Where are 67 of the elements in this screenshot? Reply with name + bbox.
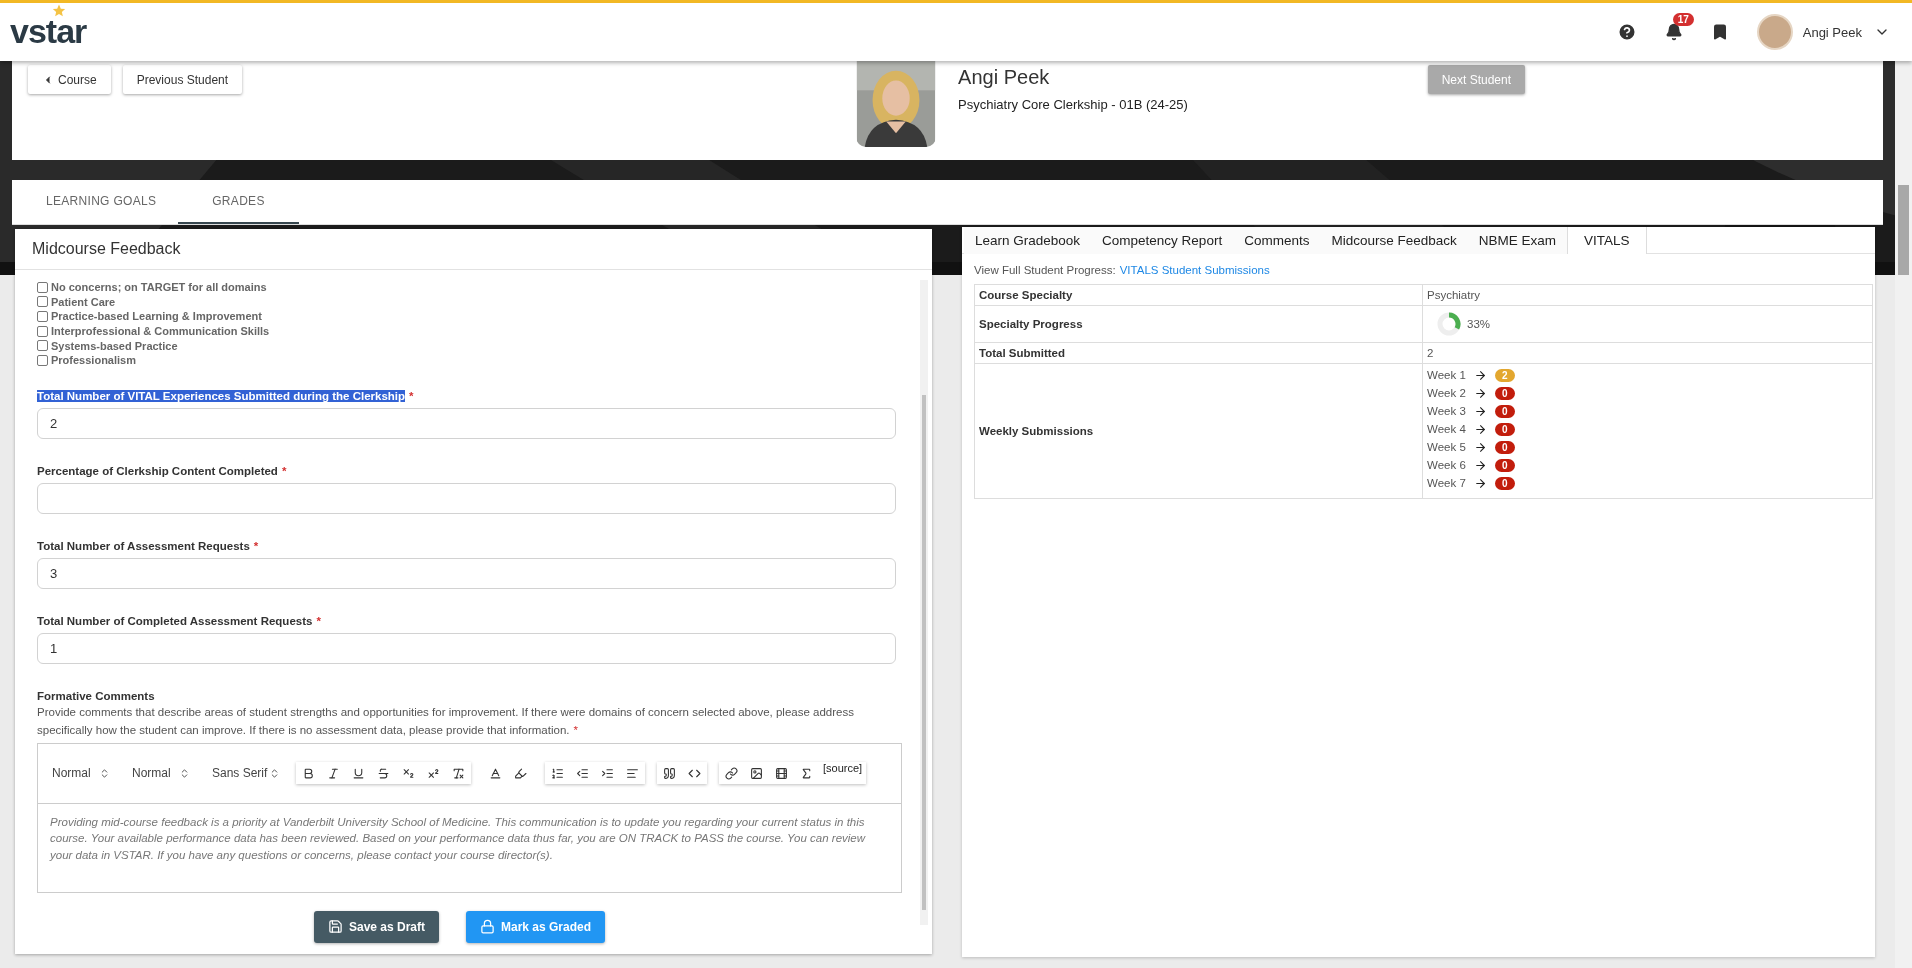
- checkbox[interactable]: [37, 281, 48, 293]
- checkbox[interactable]: [37, 296, 48, 308]
- save-draft-button[interactable]: Save as Draft: [313, 910, 439, 943]
- dropdown-arrows-icon: [179, 767, 190, 779]
- week-label: Week 4: [1427, 423, 1466, 435]
- arrow-right-icon: [1473, 476, 1487, 490]
- week-label: Week 3: [1427, 405, 1466, 417]
- week-label: Week 2: [1427, 387, 1466, 399]
- input-field[interactable]: [37, 482, 896, 514]
- checkbox-label: No concerns; on TARGET for all domains: [51, 281, 267, 294]
- count-badge: 2: [1494, 368, 1515, 382]
- field-label: Total Number of Completed Assessment Requests: [37, 614, 313, 627]
- page-scrollbar[interactable]: [1895, 61, 1912, 968]
- lock-icon: [480, 919, 495, 935]
- week-label: Week 7: [1427, 477, 1466, 489]
- count-badge: 0: [1494, 422, 1515, 436]
- required-mark: *: [281, 464, 287, 477]
- required-mark: *: [409, 389, 414, 402]
- save-icon: [327, 919, 343, 935]
- checkbox[interactable]: [37, 340, 48, 352]
- arrow-right-icon: [1473, 368, 1487, 382]
- arrow-right-icon: [1473, 404, 1487, 418]
- count-badge: 0: [1494, 386, 1515, 400]
- dropdown-arrows-icon: [269, 767, 280, 779]
- format-select[interactable]: Normal: [46, 766, 116, 781]
- required-mark: *: [253, 539, 259, 552]
- checkbox[interactable]: [37, 325, 48, 337]
- arrow-right-icon: [1473, 458, 1487, 472]
- week-label: Week 1: [1427, 369, 1466, 381]
- checkbox-label: Practice-based Learning & Improvement: [51, 310, 262, 323]
- checkbox[interactable]: [37, 311, 48, 322]
- week-label: Week 6: [1427, 459, 1466, 471]
- source-button[interactable]: [source]: [819, 762, 867, 785]
- input-field[interactable]: 3: [37, 557, 896, 589]
- input-field[interactable]: 1: [37, 632, 896, 664]
- table-cell: 2: [1423, 343, 1872, 364]
- count-badge: 0: [1494, 440, 1515, 454]
- progress-ring-icon: [1437, 312, 1461, 336]
- row-label: Weekly Submissions: [975, 364, 1423, 498]
- count-badge: 0: [1494, 404, 1515, 418]
- week-label: Week 5: [1427, 441, 1466, 453]
- arrow-right-icon: [1473, 422, 1487, 436]
- dropdown-arrows-icon: [99, 767, 110, 779]
- checkbox-label: Interprofessional & Communication Skills: [51, 325, 270, 338]
- required-mark: *: [316, 614, 321, 627]
- row-label: Course Specialty: [975, 285, 1423, 306]
- scrollbar[interactable]: [920, 280, 928, 925]
- count-badge: 0: [1494, 458, 1515, 472]
- checkbox-label: Systems-based Practice: [51, 339, 178, 352]
- table-cell: Psychiatry: [1423, 285, 1872, 306]
- progress-value: 33%: [1467, 318, 1491, 330]
- checkbox-label: Patient Care: [51, 295, 116, 308]
- arrow-right-icon: [1473, 386, 1487, 400]
- field-label: Total Number of Assessment Requests: [37, 539, 250, 552]
- field-label: Percentage of Clerkship Content Completed: [37, 464, 278, 477]
- row-label: Total Submitted: [975, 343, 1423, 364]
- format-select[interactable]: Sans Serif: [206, 766, 286, 781]
- input-field[interactable]: 2: [37, 407, 896, 439]
- field-description: Provide comments that describe areas of student strengths and opportunities for improvement. If there were domains of concern selected above, please address specifically how the student can improve. If there is no assessment data, please provide that information. *: [37, 704, 855, 738]
- field-label: Formative Comments: [37, 689, 155, 702]
- arrow-right-icon: [1473, 440, 1487, 454]
- format-select[interactable]: Normal: [126, 766, 196, 781]
- checkbox-label: Professionalism: [51, 354, 136, 367]
- row-label: Specialty Progress: [975, 306, 1423, 343]
- checkbox[interactable]: [37, 354, 48, 366]
- count-badge: 0: [1494, 476, 1515, 490]
- field-label: Total Number of VITAL Experiences Submitted during the Clerkship: [37, 389, 406, 402]
